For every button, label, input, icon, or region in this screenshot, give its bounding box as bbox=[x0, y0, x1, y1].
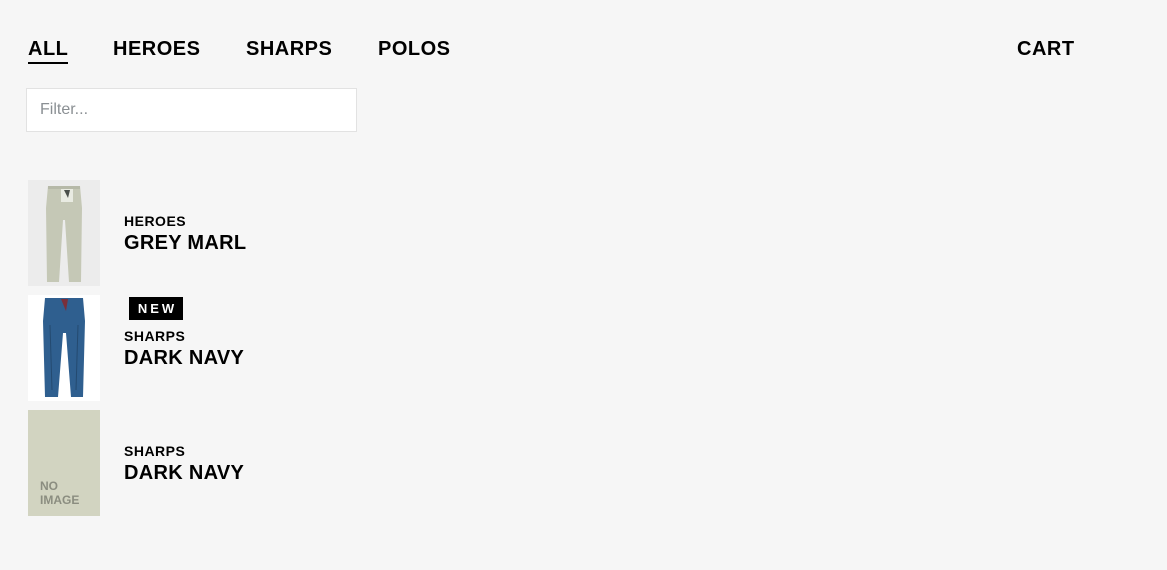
product-image bbox=[28, 295, 100, 401]
product-name: DARK NAVY bbox=[124, 462, 245, 484]
product-image bbox=[28, 180, 100, 286]
product-name: GREY MARL bbox=[124, 232, 247, 254]
tab-all[interactable]: ALL bbox=[28, 36, 69, 64]
filter-field bbox=[26, 88, 357, 132]
product-category: SHARPS bbox=[124, 443, 186, 459]
product-item-dark-navy[interactable]: NEW SHARPS DARK NAVY bbox=[28, 295, 428, 401]
new-badge: NEW bbox=[129, 297, 183, 320]
product-category: HEROES bbox=[124, 213, 187, 229]
tab-heroes[interactable]: HEROES bbox=[113, 36, 200, 62]
no-image-placeholder: NO IMAGE bbox=[28, 410, 100, 516]
cart-link[interactable]: CART bbox=[1017, 36, 1075, 62]
product-item-dark-navy-2[interactable]: NO IMAGE SHARPS DARK NAVY bbox=[28, 410, 428, 516]
tab-sharps[interactable]: SHARPS bbox=[246, 36, 332, 62]
product-item-grey-marl[interactable]: HEROES GREY MARL bbox=[28, 180, 428, 286]
product-category: SHARPS bbox=[124, 328, 186, 344]
no-image-label: NO IMAGE bbox=[40, 479, 80, 507]
product-name: DARK NAVY bbox=[124, 347, 245, 369]
category-nav: ALL HEROES SHARPS POLOS bbox=[28, 36, 1167, 66]
filter-input[interactable] bbox=[27, 89, 356, 131]
tab-polos[interactable]: POLOS bbox=[378, 36, 451, 62]
